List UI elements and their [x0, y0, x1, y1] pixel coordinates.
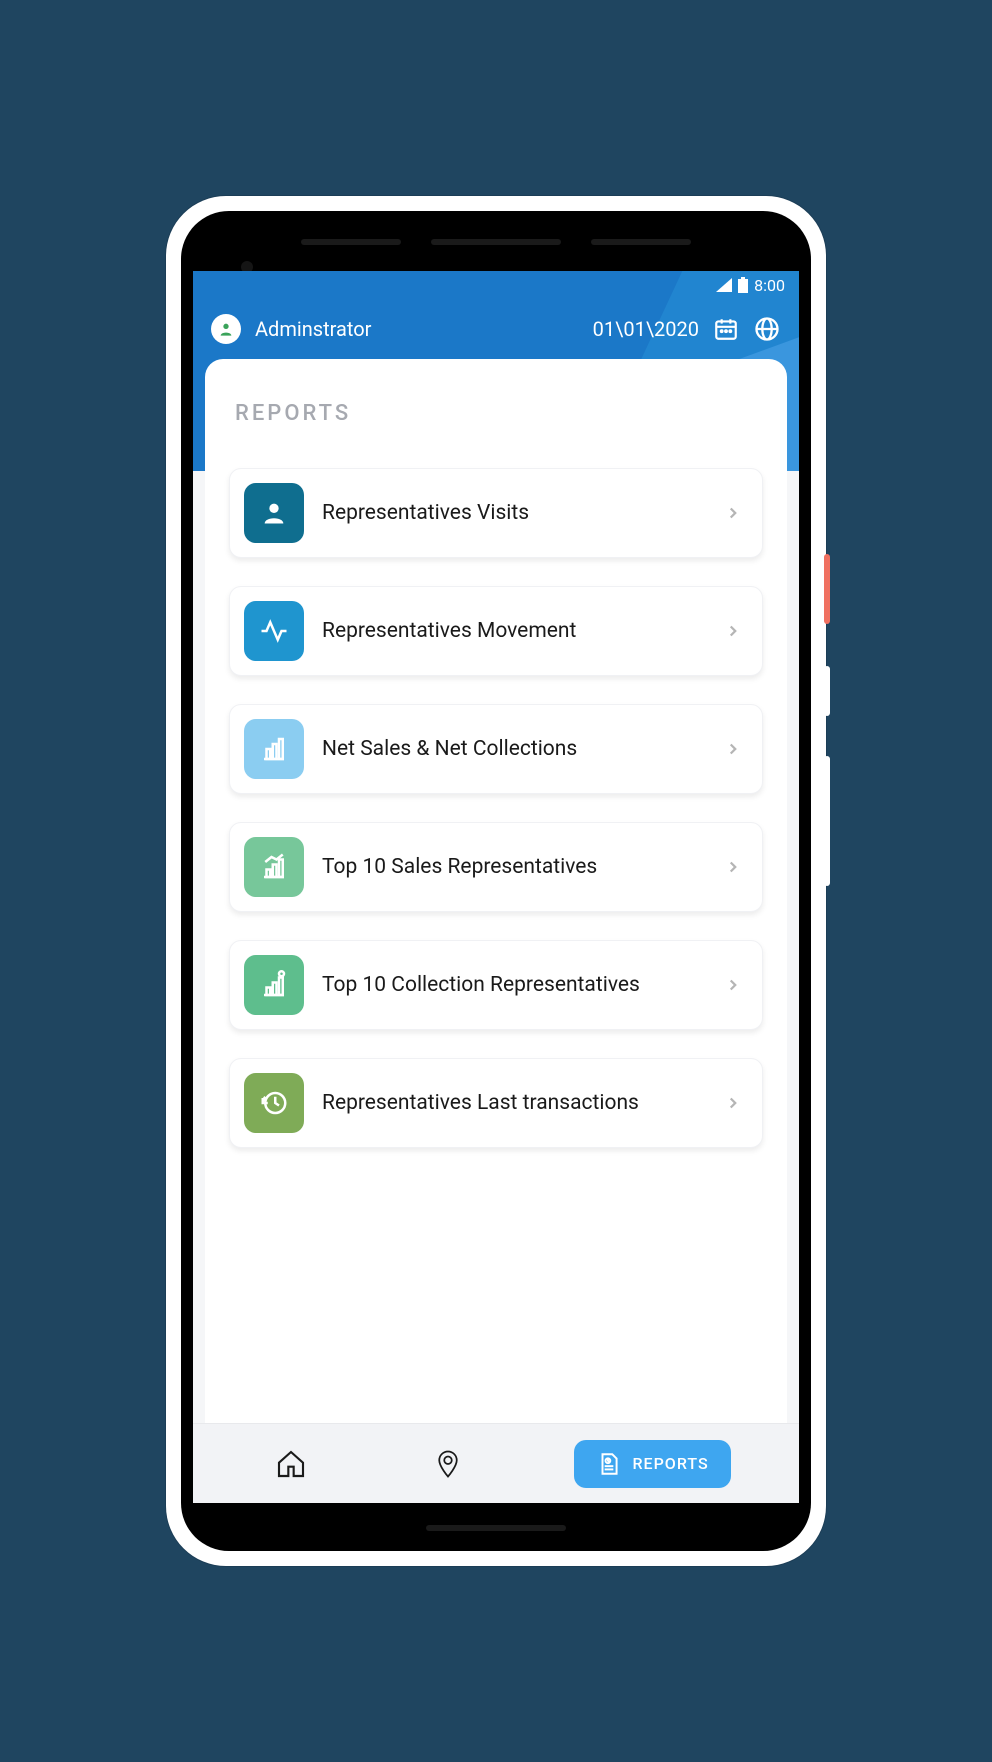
bottom-nav: REPORTS: [193, 1423, 799, 1503]
report-top-collection-reps[interactable]: Top 10 Collection Representatives: [229, 940, 763, 1030]
person-icon: [244, 483, 304, 543]
battery-icon: [738, 277, 748, 293]
report-net-sales-collections[interactable]: Net Sales & Net Collections: [229, 704, 763, 794]
nav-reports[interactable]: REPORTS: [574, 1440, 730, 1488]
report-label: Top 10 Collection Representatives: [322, 973, 706, 997]
page-title: REPORTS: [235, 401, 757, 426]
chevron-right-icon: [724, 858, 748, 876]
nav-home[interactable]: [261, 1440, 321, 1488]
report-label: Representatives Visits: [322, 501, 706, 525]
phone-bezel: 8:00 Adminstrator 01\01\2020 REPORTS: [181, 211, 811, 1551]
calendar-icon[interactable]: [713, 316, 739, 342]
status-time: 8:00: [754, 276, 785, 295]
phone-frame: 8:00 Adminstrator 01\01\2020 REPORTS: [166, 196, 826, 1566]
home-icon: [275, 1448, 307, 1480]
nav-location[interactable]: [418, 1440, 478, 1488]
report-representatives-movement[interactable]: Representatives Movement: [229, 586, 763, 676]
pin-icon: [433, 1447, 463, 1481]
volume-up-button[interactable]: [824, 666, 830, 716]
history-icon: [244, 1073, 304, 1133]
report-last-transactions[interactable]: Representatives Last transactions: [229, 1058, 763, 1148]
reports-list: Representatives Visits Representatives M…: [205, 446, 787, 1423]
trending-bars-icon: [244, 955, 304, 1015]
avatar[interactable]: [211, 314, 241, 344]
report-label: Net Sales & Net Collections: [322, 737, 706, 761]
app-screen: 8:00 Adminstrator 01\01\2020 REPORTS: [193, 271, 799, 1503]
chevron-right-icon: [724, 622, 748, 640]
signal-icon: [716, 278, 732, 292]
nav-reports-label: REPORTS: [632, 1454, 708, 1473]
top-bar: Adminstrator 01\01\2020: [193, 299, 799, 359]
report-icon: [596, 1451, 622, 1477]
report-representatives-visits[interactable]: Representatives Visits: [229, 468, 763, 558]
bar-chart-icon: [244, 719, 304, 779]
globe-icon[interactable]: [753, 315, 781, 343]
chevron-right-icon: [724, 504, 748, 522]
chevron-right-icon: [724, 1094, 748, 1112]
header-date: 01\01\2020: [593, 317, 699, 341]
status-bar: 8:00: [193, 271, 799, 299]
volume-down-button[interactable]: [824, 756, 830, 886]
report-top-sales-reps[interactable]: Top 10 Sales Representatives: [229, 822, 763, 912]
chevron-right-icon: [724, 740, 748, 758]
report-label: Top 10 Sales Representatives: [322, 855, 706, 879]
person-icon: [218, 321, 234, 337]
chevron-right-icon: [724, 976, 748, 994]
user-name: Adminstrator: [255, 317, 579, 341]
power-button[interactable]: [824, 554, 830, 624]
report-label: Representatives Movement: [322, 619, 706, 643]
activity-icon: [244, 601, 304, 661]
trending-bars-icon: [244, 837, 304, 897]
page-header-card: REPORTS: [205, 359, 787, 446]
report-label: Representatives Last transactions: [322, 1091, 706, 1115]
